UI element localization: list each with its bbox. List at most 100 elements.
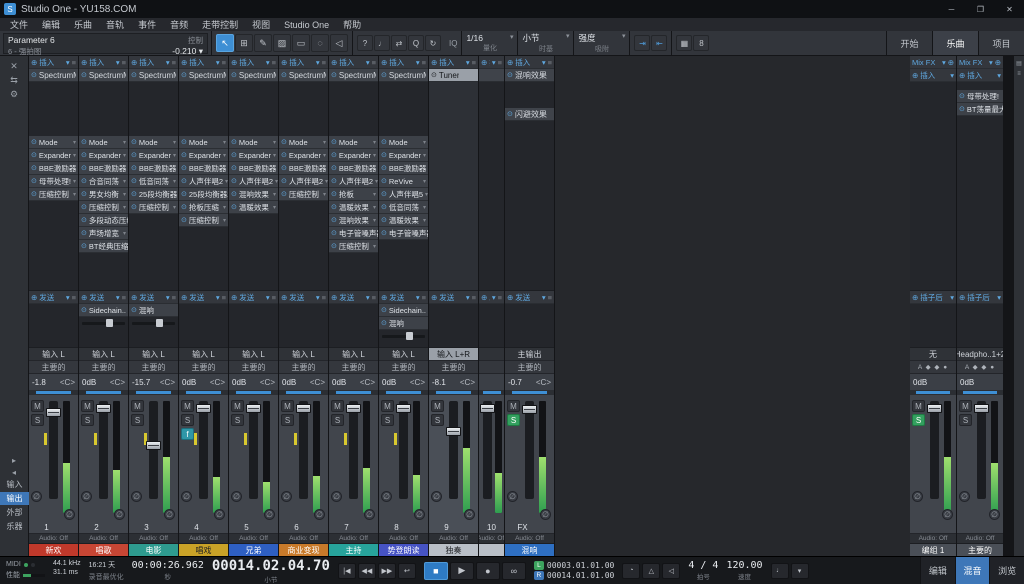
plugin-item[interactable]: ⊙ Mode ▾ xyxy=(179,136,228,149)
listen-tool[interactable]: ◁ xyxy=(330,34,348,52)
plugin-enable-icon[interactable]: ⊙ xyxy=(331,164,337,172)
gain-value[interactable]: 0dB xyxy=(232,378,246,387)
help-button[interactable]: ? xyxy=(357,35,373,51)
plugin-item[interactable]: ⊙ BBE激励器 ▾ xyxy=(229,162,278,175)
output-target[interactable] xyxy=(479,361,504,374)
chevron-down-icon[interactable]: ▾ xyxy=(373,191,376,198)
menu-item[interactable]: 视图 xyxy=(245,18,277,31)
plugin-item[interactable]: ⊙ 人声伴唱2 ▾ xyxy=(279,175,328,188)
insert-slot[interactable]: ⊙ SpectrumM... xyxy=(379,69,428,82)
chevron-down-icon[interactable]: ▾ xyxy=(316,293,320,302)
plugin-enable-icon[interactable]: ⊙ xyxy=(959,92,965,100)
menu-icon[interactable]: ≡ xyxy=(498,58,502,67)
chevron-down-icon[interactable]: ▾ xyxy=(323,152,326,159)
channel-strip[interactable]: ⊕ 插入 ▾ ≡ ⊙ SpectrumM... ⊙ xyxy=(379,56,428,556)
plugin-item[interactable]: ⊙ Expander ▾ xyxy=(29,149,78,162)
chevron-down-icon[interactable]: ▾ xyxy=(416,58,420,67)
output-source[interactable]: Headpho..1+2 xyxy=(957,348,1003,361)
channel-strip[interactable]: ⊕ 插入 ▾ ≡ ⊙ SpectrumM... ⊙ xyxy=(129,56,178,556)
chevron-down-icon[interactable]: ▾ xyxy=(950,293,954,302)
plugin-enable-icon[interactable]: ⊙ xyxy=(31,138,37,146)
paint-tool[interactable]: ▨ xyxy=(273,34,291,52)
plugin-item[interactable]: ⊙ 温暖效果 ▾ xyxy=(329,201,378,214)
volume-fader[interactable] xyxy=(199,401,208,499)
plugin-item[interactable]: ⊙ 25段均衡器 ▾ xyxy=(129,188,178,201)
plugin-enable-icon[interactable]: ⊙ xyxy=(381,164,387,172)
send-item[interactable]: ⊙ Sidechain.. xyxy=(379,304,428,317)
insert-slot[interactable]: ⊙ SpectrumM... xyxy=(29,69,78,82)
chevron-down-icon[interactable]: ▾ xyxy=(223,152,226,159)
menu-icon[interactable]: ≡ xyxy=(172,58,176,67)
plugin-item[interactable]: ⊙ 合音同荡 ▾ xyxy=(79,175,128,188)
mute-button[interactable]: M xyxy=(81,400,94,412)
insert-slot[interactable]: ⊙ SpectrumM... xyxy=(279,69,328,82)
page-button[interactable]: 项目 xyxy=(978,31,1024,55)
inserts-header[interactable]: ⊕ 插入 ▾ xyxy=(910,69,956,82)
channel-name-tag[interactable]: 势登朗读 xyxy=(379,544,428,556)
add-send-icon[interactable]: ⊕ xyxy=(507,293,513,302)
rail-tab[interactable]: 输出 xyxy=(0,492,29,505)
send-item[interactable]: ⊙ 混响 xyxy=(379,317,428,330)
add-send-icon[interactable]: ⊕ xyxy=(231,293,237,302)
solo-button[interactable]: S xyxy=(81,414,94,426)
stop-button[interactable]: ■ xyxy=(424,562,448,580)
chevron-down-icon[interactable]: ▾ xyxy=(123,152,126,159)
menu-icon[interactable]: ≡ xyxy=(472,293,476,302)
chevron-down-icon[interactable]: ▾ xyxy=(492,293,496,302)
input-source[interactable]: 输入 L xyxy=(179,348,228,361)
menu-icon[interactable]: ≡ xyxy=(122,293,126,302)
solo-button[interactable]: S xyxy=(381,414,394,426)
mute-button[interactable]: M xyxy=(431,400,444,412)
mute-button[interactable]: M xyxy=(331,400,344,412)
send-item[interactable]: ⊙ Sidechain.. xyxy=(79,304,128,317)
chevron-down-icon[interactable]: ▾ xyxy=(466,58,470,67)
phase-invert-icon[interactable]: ∅ xyxy=(381,491,392,502)
plugin-enable-icon[interactable]: ⊙ xyxy=(81,190,87,198)
plugin-enable-icon[interactable]: ⊙ xyxy=(959,105,965,113)
workspace-tab[interactable]: 混音 xyxy=(955,557,990,584)
chevron-down-icon[interactable]: ▾ xyxy=(423,139,426,146)
add-insert-icon[interactable]: ⊕ xyxy=(912,293,918,302)
volume-fader[interactable] xyxy=(399,401,408,499)
send-enable-icon[interactable]: ⊙ xyxy=(381,306,387,314)
volume-fader[interactable] xyxy=(483,401,492,499)
plugin-item[interactable]: ⊙ BT经典压缩器 ▾ xyxy=(79,240,128,253)
insert-slot[interactable]: ⊙ SpectrumM... xyxy=(129,69,178,82)
sends-header[interactable]: ⊕ 发送 ▾ ≡ xyxy=(79,291,128,304)
gain-value[interactable]: -15.7 xyxy=(132,378,150,387)
gain-value[interactable]: -8.1 xyxy=(432,378,446,387)
plugin-item[interactable]: ⊙ Expander ▾ xyxy=(279,149,328,162)
add-insert-icon[interactable]: ⊕ xyxy=(431,58,437,67)
plugin-item[interactable]: ⊙ BT荡量最大化 xyxy=(957,103,1003,116)
channel-strip[interactable]: ⊕ 插入 ▾ ≡ ⊙ SpectrumM... ⊙ xyxy=(179,56,228,556)
plugin-enable-icon[interactable]: ⊙ xyxy=(331,229,337,237)
menu-item[interactable]: 编辑 xyxy=(35,18,67,31)
solo-button[interactable]: S xyxy=(912,414,925,426)
monitor-icon[interactable]: ∅ xyxy=(114,509,125,520)
plugin-enable-icon[interactable]: ⊙ xyxy=(381,229,387,237)
input-source[interactable]: 输入 L xyxy=(79,348,128,361)
chevron-down-icon[interactable]: ▾ xyxy=(273,139,276,146)
chevron-down-icon[interactable]: ▾ xyxy=(423,204,426,211)
monitor-icon[interactable]: ∅ xyxy=(989,509,1000,520)
pan-value[interactable]: <C> xyxy=(310,378,325,387)
plugin-enable-icon[interactable]: ⊙ xyxy=(181,138,187,146)
chevron-down-icon[interactable]: ▾ xyxy=(373,152,376,159)
dropdown[interactable]: 小节▾ 时基 xyxy=(517,31,573,55)
plugin-item[interactable]: ⊙ BBE激励器 ▾ xyxy=(329,162,378,175)
fader-cap[interactable] xyxy=(927,404,942,413)
plugin-item[interactable]: ⊙ 低音同荡 ▾ xyxy=(379,201,428,214)
phase-invert-icon[interactable]: ∅ xyxy=(31,491,42,502)
redo-button[interactable]: ↻ xyxy=(425,35,441,51)
add-insert-icon[interactable]: ⊕ xyxy=(281,58,287,67)
add-insert-icon[interactable]: ⊕ xyxy=(381,58,387,67)
plugin-enable-icon[interactable]: ⊙ xyxy=(331,216,337,224)
pan-value[interactable]: <C> xyxy=(536,378,551,387)
chevron-down-icon[interactable]: ▾ xyxy=(997,71,1001,80)
add-insert-icon[interactable]: ⊕ xyxy=(912,71,918,80)
insert-slot[interactable]: ⊙ Tuner xyxy=(429,69,478,82)
chevron-down-icon[interactable]: ▾ xyxy=(423,178,426,185)
macro-button[interactable]: ♩ xyxy=(374,35,390,51)
output-target[interactable]: 主要的 xyxy=(379,361,428,374)
chevron-down-icon[interactable]: ▾ xyxy=(223,217,226,224)
